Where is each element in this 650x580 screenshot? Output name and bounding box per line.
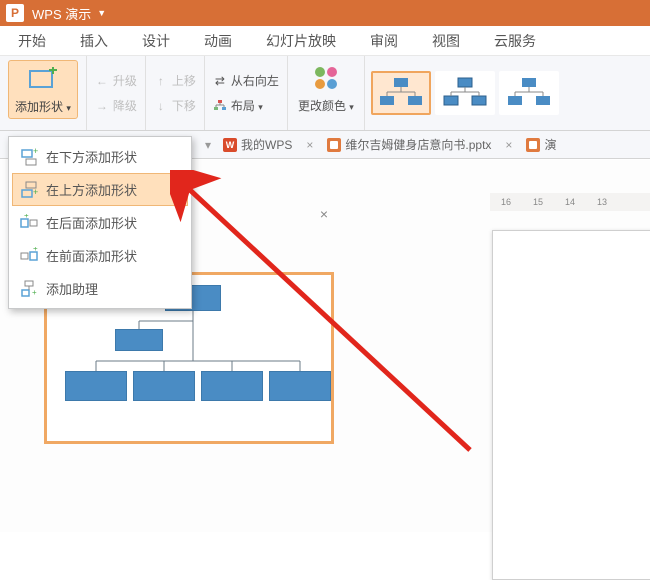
add-above-icon: + — [20, 181, 38, 199]
titlebar-dropdown-icon[interactable]: ▼ — [97, 8, 106, 18]
ribbon-group-direction: ⇄ 从右向左 布局 ▾ — [205, 56, 288, 130]
menuitem-add-assistant-label: 添加助理 — [46, 279, 98, 298]
ruler-tick: 16 — [490, 197, 522, 207]
layout-button[interactable]: 布局 ▾ — [213, 97, 279, 114]
app-logo: P — [6, 4, 24, 22]
add-shape-label: 添加形状 ▾ — [15, 98, 71, 115]
add-assistant-icon: + — [20, 280, 38, 298]
add-shape-button[interactable]: 添加形状 ▾ — [8, 60, 78, 119]
menuitem-add-below-label: 在下方添加形状 — [46, 147, 137, 166]
ribbon-group-move: ↑ 上移 ↓ 下移 — [146, 56, 205, 130]
menuitem-add-above-label: 在上方添加形状 — [46, 180, 137, 199]
tab-partial-label: 演 — [544, 136, 556, 153]
svg-text:+: + — [33, 187, 38, 197]
pptx-icon — [327, 138, 341, 152]
ribbon-group-addshape: 添加形状 ▾ — [0, 56, 87, 130]
menuitem-add-below[interactable]: + 在下方添加形状 — [12, 140, 188, 173]
add-after-icon: + — [20, 214, 38, 232]
svg-text:+: + — [32, 288, 37, 297]
menu-design[interactable]: 设计 — [142, 31, 170, 51]
menu-view[interactable]: 视图 — [432, 31, 460, 51]
pptx-icon-2 — [526, 138, 540, 152]
tab-mywps[interactable]: W 我的WPS — [217, 136, 298, 153]
menuitem-add-after[interactable]: + 在后面添加形状 — [12, 206, 188, 239]
menu-slideshow[interactable]: 幻灯片放映 — [266, 31, 336, 51]
menuitem-add-before[interactable]: + 在前面添加形状 — [12, 239, 188, 272]
menuitem-add-assistant[interactable]: + 添加助理 — [12, 272, 188, 305]
change-color-button[interactable]: 更改颜色 ▾ — [288, 56, 365, 130]
svg-text:+: + — [24, 214, 29, 220]
ribbon: 添加形状 ▾ ← 升级 → 降级 ↑ 上移 ↓ 下移 ⇄ 从右向左 — [0, 56, 650, 131]
wps-logo-icon: W — [223, 138, 237, 152]
add-shape-icon — [23, 64, 63, 96]
moveup-label: 上移 — [172, 72, 196, 89]
app-title: WPS 演示 — [32, 4, 91, 23]
change-color-label: 更改颜色 ▾ — [298, 97, 354, 114]
menuitem-add-after-label: 在后面添加形状 — [46, 213, 137, 232]
demote-icon: → — [95, 99, 109, 113]
add-below-icon: + — [20, 148, 38, 166]
rtl-icon: ⇄ — [213, 74, 227, 88]
tab-document[interactable]: 维尔吉姆健身店意向书.pptx — [321, 136, 497, 153]
horizontal-ruler: 16 15 14 13 — [490, 193, 650, 211]
menu-start[interactable]: 开始 — [18, 31, 46, 51]
promote-icon: ← — [95, 74, 109, 88]
add-before-icon: + — [20, 247, 38, 265]
ribbon-group-level: ← 升级 → 降级 — [87, 56, 146, 130]
add-shape-dropdown: + 在下方添加形状 + 在上方添加形状 + 在后面添加形状 + 在前面添加形状 … — [8, 136, 192, 309]
tab-document-label: 维尔吉姆健身店意向书.pptx — [345, 136, 491, 153]
tab-close-1[interactable]: × — [304, 138, 315, 152]
smartart-style-3[interactable] — [499, 71, 559, 115]
menu-review[interactable]: 审阅 — [370, 31, 398, 51]
smartart-style-1[interactable] — [371, 71, 431, 115]
menu-animation[interactable]: 动画 — [204, 31, 232, 51]
promote-label: 升级 — [113, 72, 137, 89]
tab-mywps-label: 我的WPS — [241, 136, 292, 153]
movedown-icon: ↓ — [154, 99, 168, 113]
menubar: 开始 插入 设计 动画 幻灯片放映 审阅 视图 云服务 — [0, 26, 650, 56]
panel-close-button[interactable]: × — [320, 206, 328, 222]
menu-cloud[interactable]: 云服务 — [494, 31, 536, 51]
svg-text:+: + — [33, 148, 38, 156]
rtl-button[interactable]: ⇄ 从右向左 — [213, 72, 279, 89]
tabbar-chevron-icon[interactable]: ▾ — [205, 138, 211, 152]
menu-insert[interactable]: 插入 — [80, 31, 108, 51]
demote-button[interactable]: → 降级 — [95, 97, 137, 114]
demote-label: 降级 — [113, 97, 137, 114]
rtl-label: 从右向左 — [231, 72, 279, 89]
movedown-label: 下移 — [172, 97, 196, 114]
ruler-tick: 14 — [554, 197, 586, 207]
main-slide-canvas[interactable] — [492, 230, 650, 580]
ruler-tick: 13 — [586, 197, 618, 207]
tab-partial[interactable]: 演 — [520, 136, 562, 153]
ruler-tick: 15 — [522, 197, 554, 207]
promote-button[interactable]: ← 升级 — [95, 72, 137, 89]
ribbon-styles-gallery — [365, 56, 565, 130]
tab-close-2[interactable]: × — [503, 138, 514, 152]
moveup-icon: ↑ — [154, 74, 168, 88]
movedown-button[interactable]: ↓ 下移 — [154, 97, 196, 114]
menuitem-add-before-label: 在前面添加形状 — [46, 246, 137, 265]
color-palette-icon — [310, 62, 342, 94]
layout-label: 布局 ▾ — [231, 97, 263, 114]
layout-icon — [213, 99, 227, 113]
menuitem-add-above[interactable]: + 在上方添加形状 — [12, 173, 188, 206]
svg-text:+: + — [33, 247, 38, 253]
smartart-style-2[interactable] — [435, 71, 495, 115]
titlebar: P WPS 演示 ▼ — [0, 0, 650, 26]
moveup-button[interactable]: ↑ 上移 — [154, 72, 196, 89]
